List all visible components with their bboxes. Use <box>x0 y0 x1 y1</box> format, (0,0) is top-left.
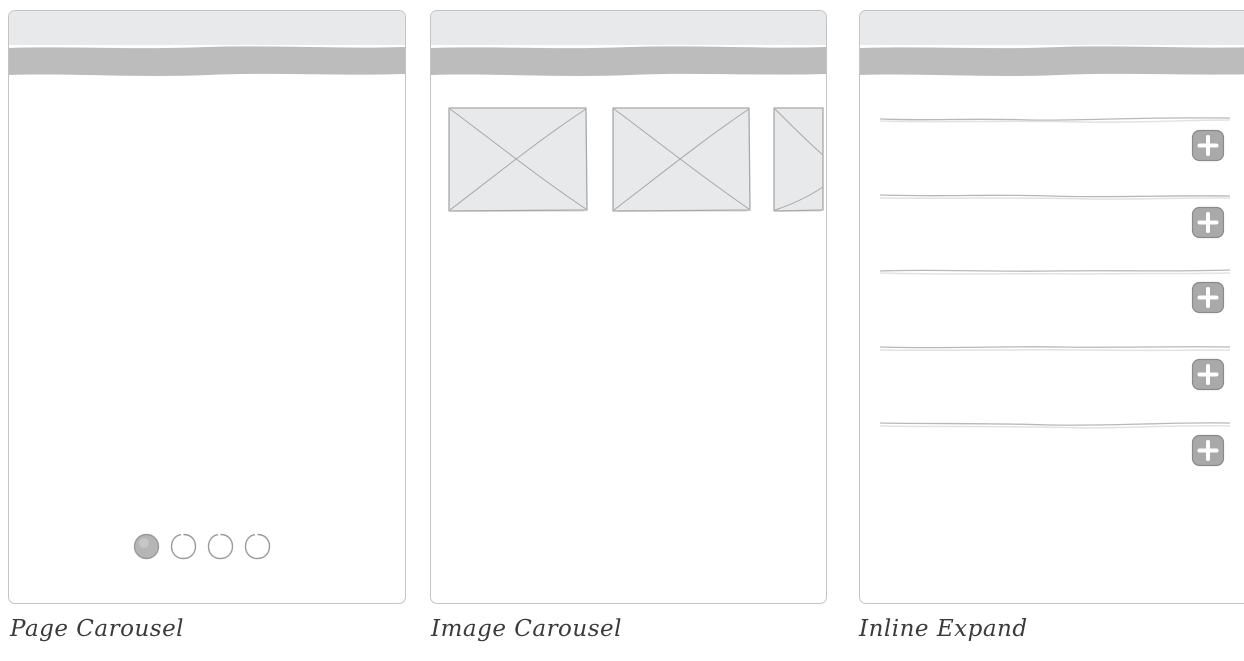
status-bar <box>860 11 1244 45</box>
page-indicator <box>131 531 273 561</box>
row-divider <box>880 117 1230 123</box>
expandable-row[interactable] <box>880 115 1235 175</box>
expand-button[interactable] <box>1191 281 1225 314</box>
page-dot[interactable] <box>242 531 273 562</box>
row-divider <box>880 422 1230 429</box>
row-divider <box>880 269 1230 275</box>
page-dot[interactable] <box>205 531 236 562</box>
image-placeholder[interactable] <box>612 107 751 213</box>
plus-icon <box>1191 206 1225 239</box>
page-carousel-phone-frame <box>8 10 406 604</box>
caption-image-carousel: Image Carousel <box>431 616 622 642</box>
image-placeholder[interactable] <box>448 107 588 213</box>
navigation-bar <box>860 45 1244 86</box>
page-dot-active[interactable] <box>131 531 162 562</box>
expand-button[interactable] <box>1191 434 1225 467</box>
image-placeholder-partial[interactable] <box>773 107 824 213</box>
caption-page-carousel: Page Carousel <box>10 616 185 642</box>
status-bar <box>9 11 405 45</box>
navigation-bar <box>431 45 826 86</box>
plus-icon <box>1191 129 1225 162</box>
inline-expand-phone-frame <box>859 10 1244 604</box>
page-dot[interactable] <box>168 531 199 562</box>
image-carousel-phone-frame <box>430 10 827 604</box>
expandable-row[interactable] <box>880 344 1235 404</box>
expandable-row[interactable] <box>880 267 1235 327</box>
navigation-bar <box>9 45 405 86</box>
plus-icon <box>1191 358 1225 391</box>
plus-icon <box>1191 434 1225 467</box>
row-divider <box>880 194 1230 200</box>
expandable-row[interactable] <box>880 192 1235 252</box>
expand-button[interactable] <box>1191 129 1225 162</box>
status-bar <box>431 11 826 45</box>
expand-button[interactable] <box>1191 206 1225 239</box>
plus-icon <box>1191 281 1225 314</box>
row-divider <box>880 346 1230 352</box>
expandable-row[interactable] <box>880 420 1235 480</box>
caption-inline-expand: Inline Expand <box>859 616 1028 642</box>
expand-button[interactable] <box>1191 358 1225 391</box>
